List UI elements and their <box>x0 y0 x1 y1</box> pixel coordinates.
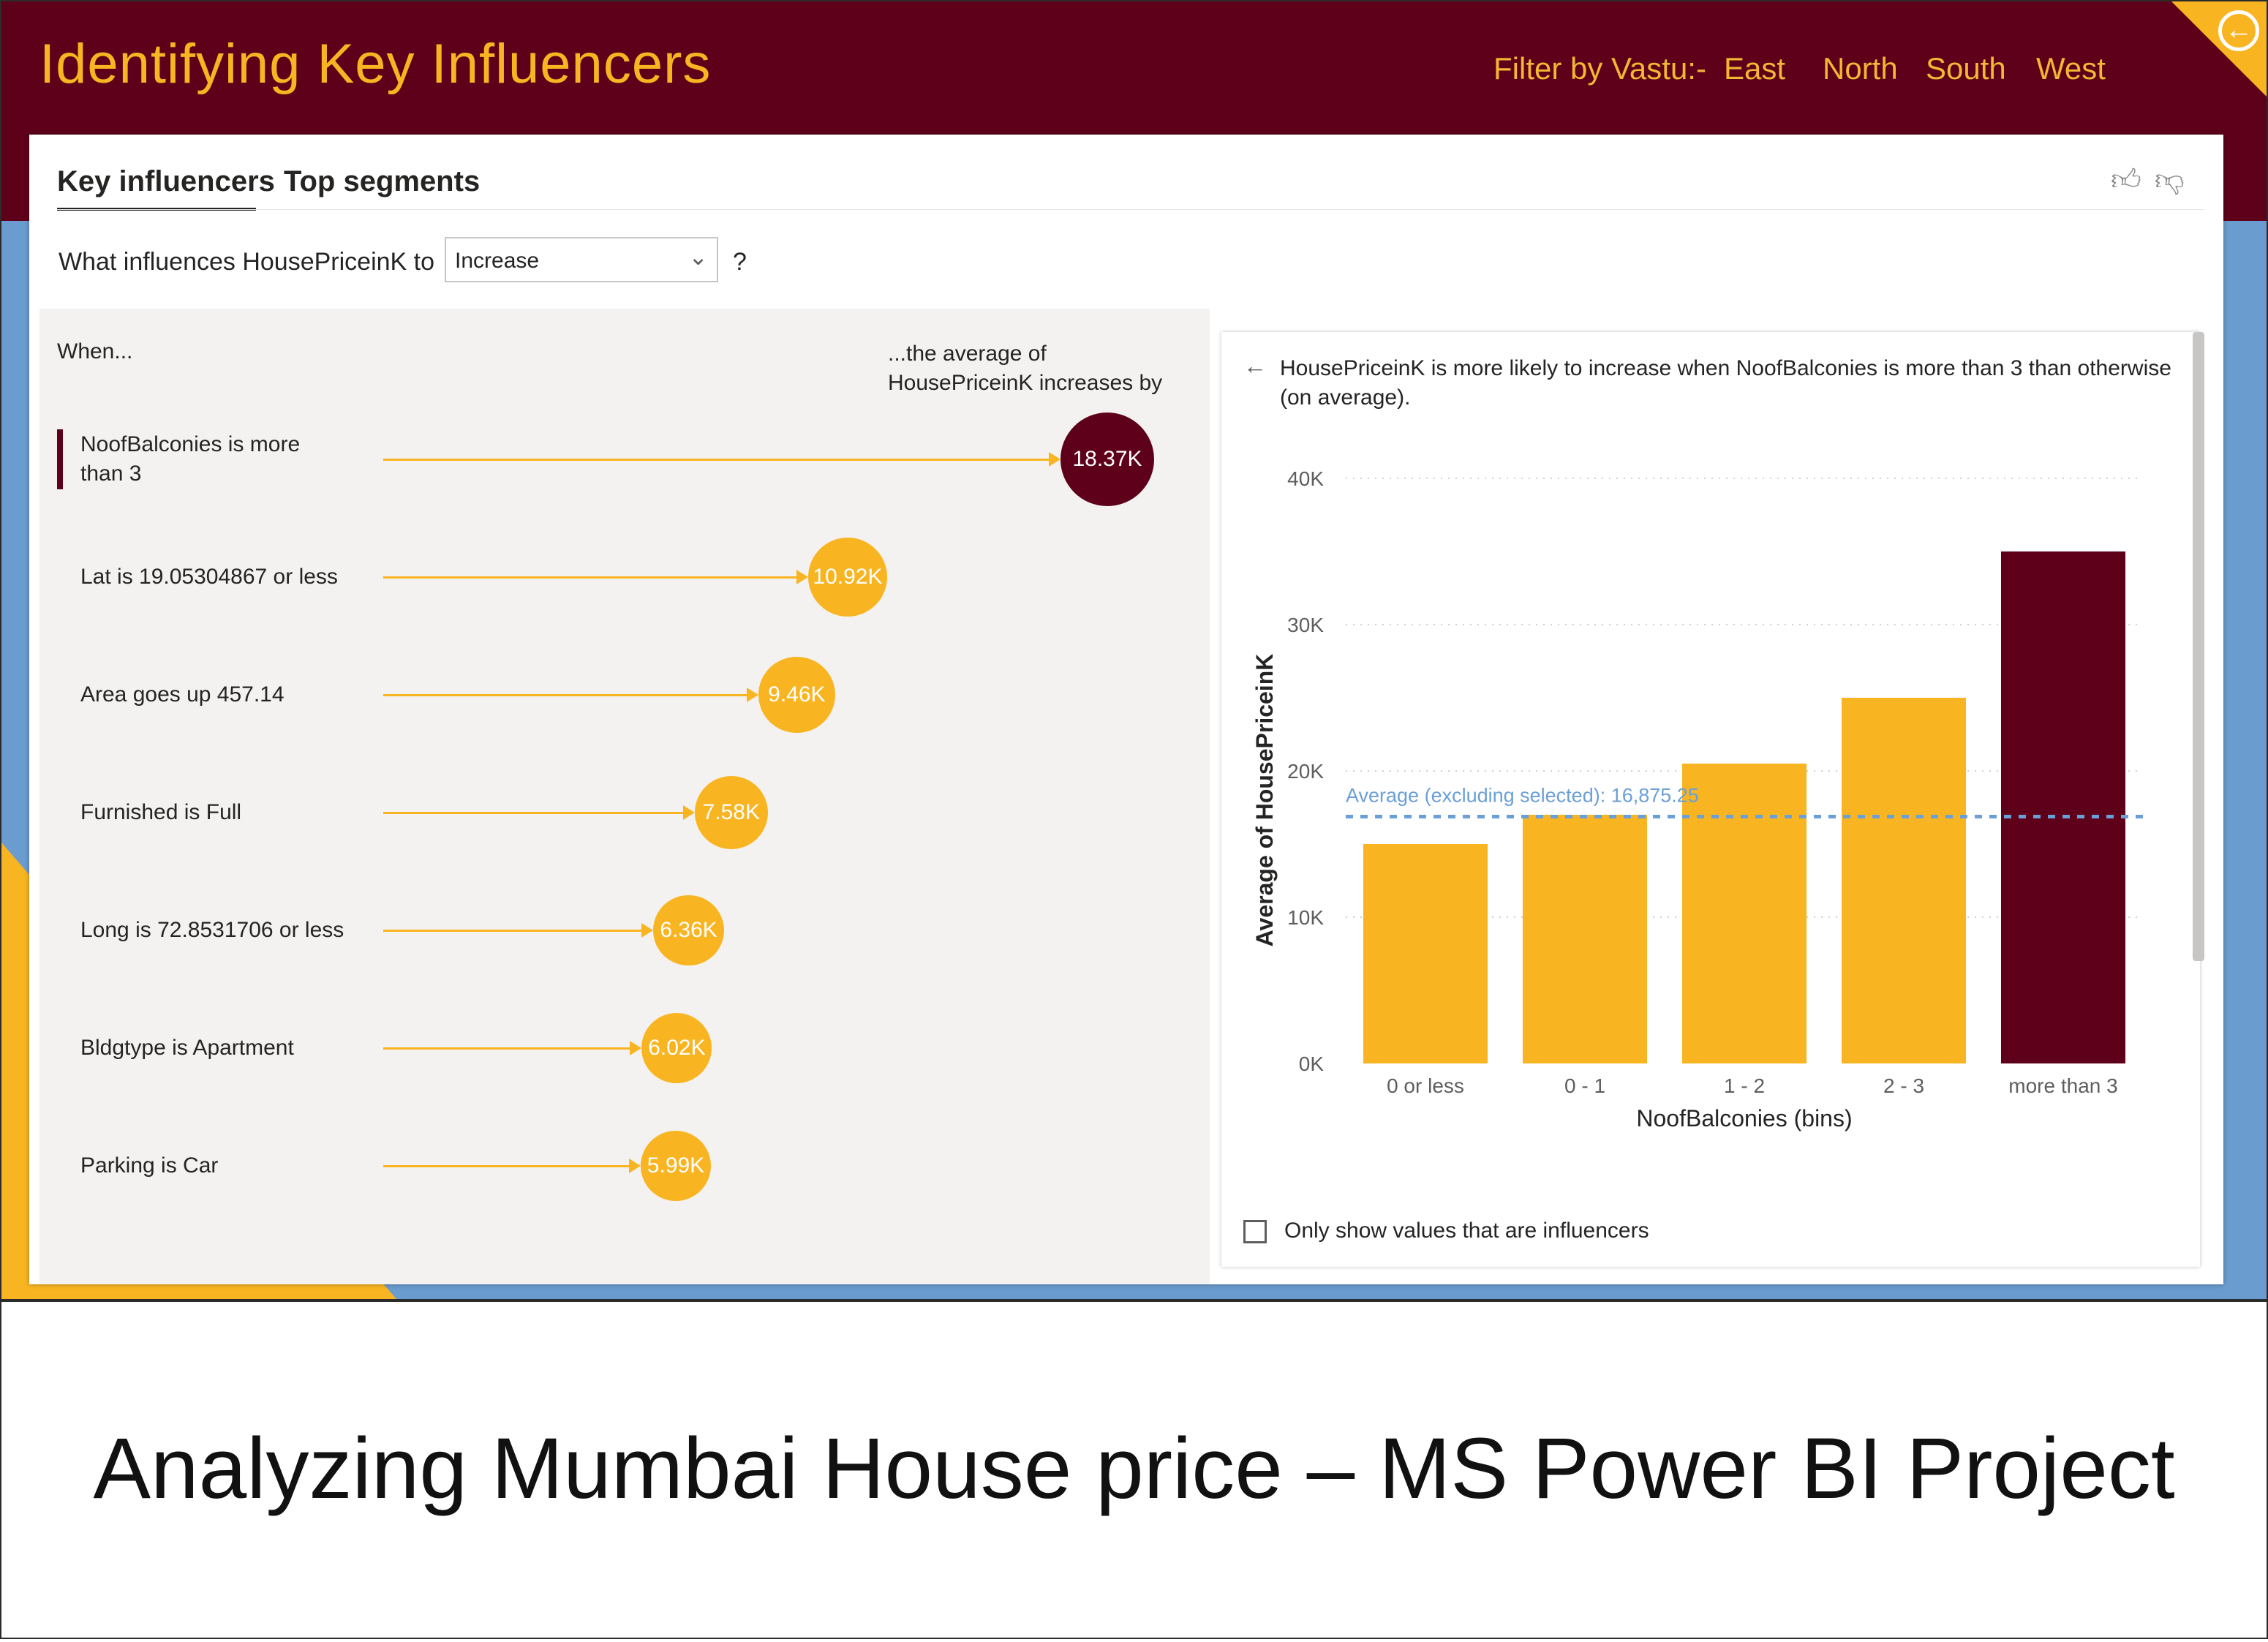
thumbs-up-icon[interactable]: 👍︎ <box>2111 162 2141 197</box>
arrow-head-icon <box>629 1159 641 1173</box>
x-tick-label: more than 3 <box>2008 1074 2117 1097</box>
influencer-label[interactable]: Area goes up 457.14 <box>80 680 285 709</box>
query-text: What influences HousePriceinK to <box>59 248 435 276</box>
influencer-bubble[interactable]: 9.46K <box>758 656 835 734</box>
report-canvas: Identifying Key Influencers Filter by Va… <box>1 1 2267 1299</box>
influencer-label-line: Long is 72.8531706 or less <box>80 918 344 942</box>
bar[interactable] <box>1681 764 1807 1063</box>
influencer-connector <box>383 1047 632 1050</box>
x-tick-label: 2 - 3 <box>1883 1074 1924 1097</box>
divider <box>57 209 2204 210</box>
influencer-connector <box>383 576 798 579</box>
arrow-head-icon <box>796 570 808 584</box>
influencer-connector <box>383 694 748 696</box>
influencer-connector <box>383 1165 630 1167</box>
filter-label: Filter by Vastu:- <box>1493 51 1706 86</box>
bar[interactable] <box>1363 844 1488 1063</box>
influencer-label-line: NoofBalconies is more <box>80 432 301 456</box>
influencer-label[interactable]: Bldgtype is Apartment <box>80 1033 294 1063</box>
filter-button-north[interactable]: North <box>1823 51 1898 86</box>
influencer-label-line: Furnished is Full <box>80 800 242 824</box>
influencer-connector <box>383 812 685 814</box>
y-tick-label: 20K <box>1287 760 1324 783</box>
key-influencers-visual: Key influencers Top segments 👍︎ 👎︎ What … <box>29 135 2223 1284</box>
filter-button-south[interactable]: South <box>1926 51 2006 86</box>
selected-indicator <box>57 429 63 489</box>
bar[interactable] <box>1522 815 1648 1063</box>
influencers-only-checkbox[interactable] <box>1243 1220 1267 1243</box>
influencer-label[interactable]: Furnished is Full <box>80 798 241 827</box>
caption-text: Analyzing Mumbai House price – MS Power … <box>93 1420 2175 1517</box>
detail-panel: ← HousePriceinK is more likely to increa… <box>1221 332 2200 1267</box>
checkbox-label: Only show values that are influencers <box>1284 1219 1649 1243</box>
influencer-label-line: Lat is 19.05304867 or less <box>80 565 338 589</box>
arrow-head-icon <box>641 923 654 938</box>
x-tick-label: 0 - 1 <box>1564 1074 1605 1097</box>
caption-area: Analyzing Mumbai House price – MS Power … <box>0 1299 2268 1642</box>
average-label: ...the average of HousePriceinK increase… <box>888 339 1162 398</box>
help-icon[interactable]: ? <box>733 248 747 276</box>
y-tick-label: 10K <box>1287 906 1324 929</box>
influencer-connector <box>383 930 644 932</box>
tab-top-segments[interactable]: Top segments <box>284 165 480 198</box>
reference-line-label: Average (excluding selected): 16,875.25 <box>1346 784 1699 806</box>
back-arrow-icon[interactable]: ← <box>2218 10 2259 51</box>
y-tick-label: 40K <box>1287 467 1324 490</box>
arrow-head-icon <box>746 688 758 702</box>
influencer-label[interactable]: Long is 72.8531706 or less <box>80 916 344 945</box>
influencers-list: When... ...the average of HousePriceinK … <box>39 309 1210 1284</box>
influencer-label-line: Area goes up 457.14 <box>80 682 285 707</box>
y-axis-title: Average of HousePriceinK <box>1251 654 1278 947</box>
x-tick-label: 1 - 2 <box>1724 1074 1765 1097</box>
dropdown-value: Increase <box>455 249 540 273</box>
influencer-connector <box>383 459 1050 461</box>
influencer-label-line: than 3 <box>80 462 142 486</box>
arrow-head-icon <box>630 1041 642 1055</box>
thumbs-down-icon[interactable]: 👎︎ <box>2155 162 2185 197</box>
influencer-label[interactable]: NoofBalconies is more than 3 <box>80 430 300 489</box>
bar[interactable] <box>2000 551 2126 1063</box>
arrow-head-icon <box>1049 452 1060 467</box>
average-label-line1: ...the average of <box>888 342 1047 366</box>
filter-button-east[interactable]: East <box>1724 51 1785 86</box>
x-tick-label: 0 or less <box>1387 1074 1464 1097</box>
when-label: When... <box>57 339 133 364</box>
bar[interactable] <box>1841 698 1967 1063</box>
direction-dropdown[interactable]: Increase ⌄ <box>445 237 718 282</box>
influencer-label[interactable]: Lat is 19.05304867 or less <box>80 562 338 592</box>
filter-button-west[interactable]: West <box>2036 51 2106 86</box>
y-tick-label: 0K <box>1299 1052 1325 1075</box>
x-axis-title: NoofBalconies (bins) <box>1636 1105 1852 1131</box>
bar-chart: 0K 10K 20K 30K 40K 0 or less 0 - 1 1 - 2 2 - 3 mo… <box>1251 467 2143 1131</box>
influencer-bubble[interactable]: 18.37K <box>1060 413 1154 506</box>
influencer-label-line: Bldgtype is Apartment <box>80 1036 294 1060</box>
average-label-line2: HousePriceinK increases by <box>888 371 1163 395</box>
tab-key-influencers[interactable]: Key influencers <box>57 165 275 198</box>
chevron-down-icon: ⌄ <box>688 244 708 270</box>
influencer-bubble[interactable]: 6.02K <box>641 1012 712 1084</box>
influencer-label-line: Parking is Car <box>80 1153 219 1178</box>
scrollbar[interactable] <box>2193 332 2204 961</box>
page-title: Identifying Key Influencers <box>39 33 712 95</box>
influencer-bubble[interactable]: 5.99K <box>641 1131 711 1201</box>
influencer-bubble[interactable]: 6.36K <box>653 895 725 966</box>
influencer-bubble[interactable]: 10.92K <box>807 537 888 617</box>
arrow-head-icon <box>682 805 695 820</box>
influencer-label[interactable]: Parking is Car <box>80 1151 218 1180</box>
influencer-bubble[interactable]: 7.58K <box>694 775 768 850</box>
y-tick-label: 30K <box>1287 614 1324 636</box>
